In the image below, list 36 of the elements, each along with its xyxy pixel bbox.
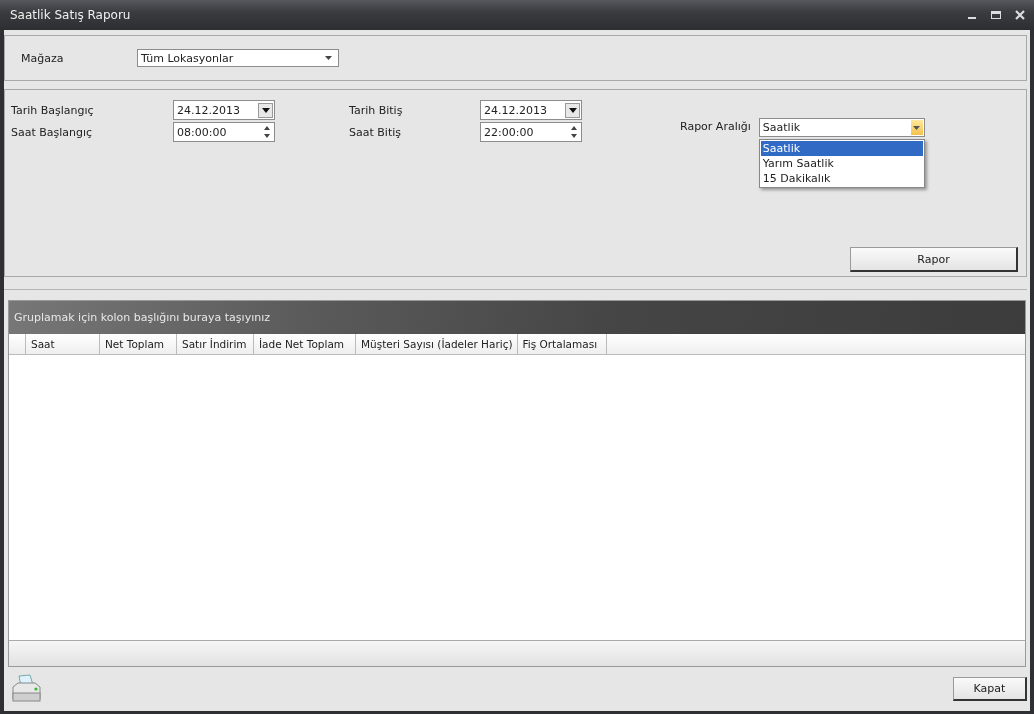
report-button[interactable]: Rapor xyxy=(850,247,1018,272)
report-interval-label: Rapor Aralığı xyxy=(680,119,751,133)
maximize-icon[interactable] xyxy=(990,9,1002,21)
close-button[interactable]: Kapat xyxy=(953,677,1027,701)
spinner-icon[interactable] xyxy=(264,126,270,138)
report-interval-dropdown[interactable]: Saatlik xyxy=(758,118,925,137)
caret-icon xyxy=(913,125,921,130)
dropdown-button[interactable] xyxy=(910,120,923,135)
column-header[interactable]: İade Net Toplam xyxy=(254,334,356,354)
column-header[interactable]: Saat xyxy=(26,334,100,354)
end-time-label: Saat Bitiş xyxy=(349,125,402,139)
caret-icon xyxy=(568,107,577,113)
column-header[interactable]: Fiş Ortalaması xyxy=(517,334,607,354)
store-dropdown[interactable]: Tüm Lokasyonlar xyxy=(137,49,339,67)
end-date-field[interactable]: 24.12.2013 xyxy=(480,100,582,120)
close-icon[interactable] xyxy=(1014,9,1026,21)
caret-icon xyxy=(261,107,270,113)
dropdown-option[interactable]: 15 Dakikalık xyxy=(760,171,923,186)
start-date-label: Tarih Başlangıç xyxy=(11,103,95,117)
column-header[interactable]: Müşteri Sayısı (İadeler Hariç) xyxy=(356,334,518,354)
dropdown-option[interactable]: Yarım Saatlik xyxy=(760,156,923,171)
column-header[interactable]: Satır İndirim xyxy=(177,334,254,354)
store-label: Mağaza xyxy=(20,51,65,65)
group-hint: Gruplamak için kolon başlığını buraya taşıyınız xyxy=(14,311,270,324)
end-date-label: Tarih Bitiş xyxy=(349,103,404,117)
start-time-field[interactable]: 08:00:00 xyxy=(173,122,275,142)
start-date-field[interactable]: 24.12.2013 xyxy=(173,100,275,120)
end-time-field[interactable]: 22:00:00 xyxy=(480,122,582,142)
spinner-icon[interactable] xyxy=(571,126,577,138)
caret-icon xyxy=(325,56,332,60)
window-title: Saatlik Satış Raporu xyxy=(10,8,131,22)
dropdown-option[interactable]: Saatlik xyxy=(760,141,923,156)
dropdown-button[interactable] xyxy=(565,102,580,118)
column-header[interactable]: Net Toplam xyxy=(100,334,177,354)
dropdown-button[interactable] xyxy=(258,102,273,118)
start-time-label: Saat Başlangıç xyxy=(11,125,94,139)
